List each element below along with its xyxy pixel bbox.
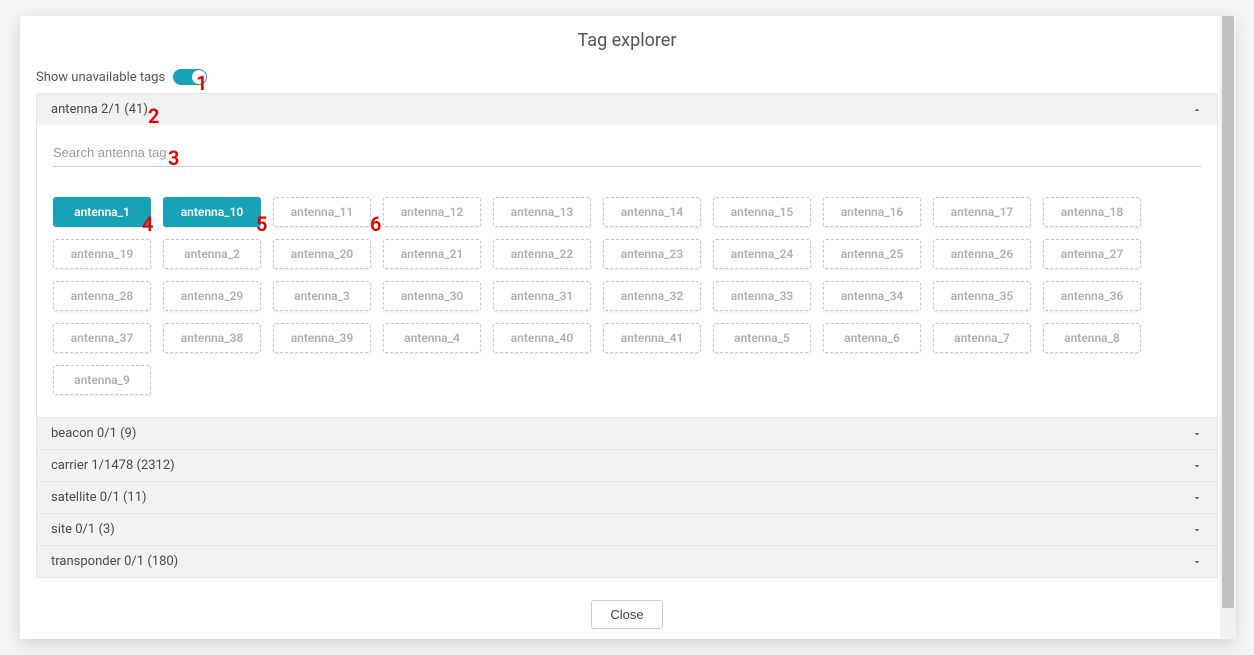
tag-antenna-3[interactable]: antenna_3 — [273, 281, 371, 311]
tag-antenna-13[interactable]: antenna_13 — [493, 197, 591, 227]
search-input[interactable] — [53, 139, 1201, 167]
tag-antenna-26[interactable]: antenna_26 — [933, 239, 1031, 269]
tag-antenna-25[interactable]: antenna_25 — [823, 239, 921, 269]
tag-antenna-29[interactable]: antenna_29 — [163, 281, 261, 311]
tag-antenna-20[interactable]: antenna_20 — [273, 239, 371, 269]
chevron-up-icon — [1191, 104, 1203, 116]
tag-antenna-31[interactable]: antenna_31 — [493, 281, 591, 311]
tag-antenna-10[interactable]: antenna_10 — [163, 197, 261, 227]
chevron-down-icon — [1191, 428, 1203, 440]
accordion-body-antenna: antenna_1 antenna_10 antenna_11 antenna_… — [37, 125, 1217, 417]
tag-antenna-22[interactable]: antenna_22 — [493, 239, 591, 269]
scrollbar-thumb[interactable] — [1222, 16, 1234, 608]
tag-antenna-34[interactable]: antenna_34 — [823, 281, 921, 311]
tag-antenna-41[interactable]: antenna_41 — [603, 323, 701, 353]
accordion-header-site[interactable]: site 0/1 (3) — [37, 513, 1217, 545]
accordion-item-site: site 0/1 (3) — [37, 513, 1217, 545]
accordion-header-beacon[interactable]: beacon 0/1 (9) — [37, 417, 1217, 449]
tag-antenna-23[interactable]: antenna_23 — [603, 239, 701, 269]
tag-antenna-1[interactable]: antenna_1 — [53, 197, 151, 227]
tag-antenna-18[interactable]: antenna_18 — [1043, 197, 1141, 227]
accordion-item-satellite: satellite 0/1 (11) — [37, 481, 1217, 513]
tag-antenna-4[interactable]: antenna_4 — [383, 323, 481, 353]
accordion-header-satellite[interactable]: satellite 0/1 (11) — [37, 481, 1217, 513]
chevron-down-icon — [1191, 556, 1203, 568]
page-scrollbar[interactable] — [1220, 16, 1236, 639]
accordion-header-label: carrier 1/1478 (2312) — [51, 458, 175, 473]
tag-antenna-32[interactable]: antenna_32 — [603, 281, 701, 311]
tag-antenna-16[interactable]: antenna_16 — [823, 197, 921, 227]
tag-antenna-19[interactable]: antenna_19 — [53, 239, 151, 269]
accordion-item-transponder: transponder 0/1 (180) — [37, 545, 1217, 577]
tag-antenna-9[interactable]: antenna_9 — [53, 365, 151, 395]
modal-footer: Close — [20, 590, 1234, 639]
toggle-label: Show unavailable tags — [36, 70, 165, 85]
show-unavailable-toggle-row: Show unavailable tags — [36, 69, 1218, 85]
accordion-header-label: antenna 2/1 (41) — [51, 102, 148, 117]
tag-antenna-8[interactable]: antenna_8 — [1043, 323, 1141, 353]
tag-antenna-38[interactable]: antenna_38 — [163, 323, 261, 353]
tag-antenna-24[interactable]: antenna_24 — [713, 239, 811, 269]
chevron-down-icon — [1191, 524, 1203, 536]
accordion-item-carrier: carrier 1/1478 (2312) — [37, 449, 1217, 481]
tag-antenna-11[interactable]: antenna_11 — [273, 197, 371, 227]
tag-antenna-37[interactable]: antenna_37 — [53, 323, 151, 353]
show-unavailable-toggle[interactable] — [173, 69, 207, 85]
accordion: antenna 2/1 (41) antenna_1 antenna_10 an… — [36, 93, 1218, 578]
tag-antenna-39[interactable]: antenna_39 — [273, 323, 371, 353]
accordion-header-label: beacon 0/1 (9) — [51, 426, 136, 441]
tag-antenna-14[interactable]: antenna_14 — [603, 197, 701, 227]
modal-title: Tag explorer — [20, 16, 1234, 65]
tag-antenna-17[interactable]: antenna_17 — [933, 197, 1031, 227]
accordion-header-antenna[interactable]: antenna 2/1 (41) — [37, 94, 1217, 125]
tag-antenna-40[interactable]: antenna_40 — [493, 323, 591, 353]
tag-antenna-27[interactable]: antenna_27 — [1043, 239, 1141, 269]
accordion-item-antenna: antenna 2/1 (41) antenna_1 antenna_10 an… — [37, 94, 1217, 417]
accordion-header-label: satellite 0/1 (11) — [51, 490, 147, 505]
modal-body: Show unavailable tags antenna 2/1 (41) — [20, 65, 1234, 590]
accordion-header-carrier[interactable]: carrier 1/1478 (2312) — [37, 449, 1217, 481]
tag-antenna-6[interactable]: antenna_6 — [823, 323, 921, 353]
chevron-down-icon — [1191, 460, 1203, 472]
tag-antenna-7[interactable]: antenna_7 — [933, 323, 1031, 353]
accordion-header-transponder[interactable]: transponder 0/1 (180) — [37, 545, 1217, 577]
tag-antenna-2[interactable]: antenna_2 — [163, 239, 261, 269]
tag-antenna-36[interactable]: antenna_36 — [1043, 281, 1141, 311]
tag-antenna-5[interactable]: antenna_5 — [713, 323, 811, 353]
accordion-header-label: site 0/1 (3) — [51, 522, 115, 537]
tag-antenna-28[interactable]: antenna_28 — [53, 281, 151, 311]
accordion-header-label: transponder 0/1 (180) — [51, 554, 178, 569]
tag-antenna-21[interactable]: antenna_21 — [383, 239, 481, 269]
tag-antenna-33[interactable]: antenna_33 — [713, 281, 811, 311]
tag-antenna-12[interactable]: antenna_12 — [383, 197, 481, 227]
tag-explorer-modal: Tag explorer Show unavailable tags anten… — [20, 16, 1234, 639]
tag-antenna-35[interactable]: antenna_35 — [933, 281, 1031, 311]
close-button[interactable]: Close — [591, 600, 662, 629]
accordion-item-beacon: beacon 0/1 (9) — [37, 417, 1217, 449]
tag-antenna-15[interactable]: antenna_15 — [713, 197, 811, 227]
tag-grid: antenna_1 antenna_10 antenna_11 antenna_… — [53, 179, 1201, 399]
tag-antenna-30[interactable]: antenna_30 — [383, 281, 481, 311]
chevron-down-icon — [1191, 492, 1203, 504]
